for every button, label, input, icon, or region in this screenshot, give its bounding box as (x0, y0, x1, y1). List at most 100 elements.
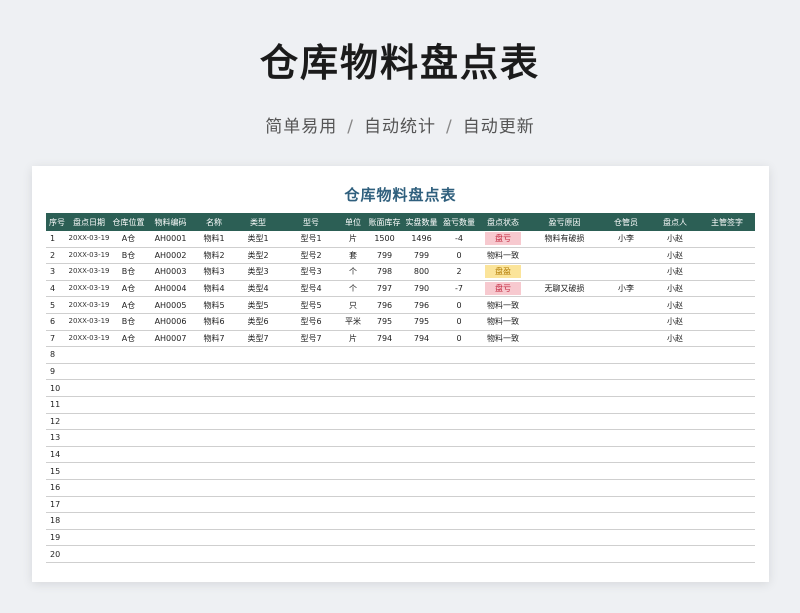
cell-keeper[interactable] (601, 429, 651, 447)
cell-location[interactable]: B仓 (110, 247, 147, 265)
cell-status[interactable]: 盘亏 (478, 280, 528, 298)
table-row[interactable]: 19 (46, 529, 755, 547)
cell-unit[interactable]: 片 (340, 231, 366, 248)
cell-keeper[interactable] (601, 479, 651, 497)
cell-keeper[interactable] (601, 545, 651, 563)
table-row[interactable]: 15 (46, 462, 755, 480)
cell-reason[interactable]: 无聊又破损 (528, 280, 601, 298)
cell-name[interactable]: 物料7 (194, 330, 234, 348)
cell-keeper[interactable] (601, 512, 651, 530)
cell-model[interactable] (282, 429, 340, 447)
cell-name[interactable]: 物料3 (194, 263, 234, 281)
cell-supervisor[interactable] (699, 313, 755, 331)
cell-name[interactable] (194, 363, 234, 381)
table-row[interactable]: 16 (46, 479, 755, 497)
cell-unit[interactable]: 个 (340, 280, 366, 298)
cell-type[interactable]: 类型5 (234, 296, 282, 314)
cell-supervisor[interactable] (699, 429, 755, 447)
cell-reason[interactable] (528, 346, 601, 364)
cell-date[interactable]: 20XX-03-19 (68, 280, 110, 298)
cell-code[interactable]: AH0005 (147, 296, 194, 314)
cell-type[interactable]: 类型4 (234, 280, 282, 298)
cell-date[interactable] (68, 529, 110, 547)
cell-code[interactable]: AH0004 (147, 280, 194, 298)
cell-date[interactable] (68, 396, 110, 414)
cell-type[interactable] (234, 512, 282, 530)
cell-reason[interactable] (528, 512, 601, 530)
cell-diff[interactable] (440, 429, 478, 447)
cell-reason[interactable] (528, 363, 601, 381)
cell-status[interactable] (478, 396, 528, 414)
cell-checker[interactable] (651, 379, 699, 397)
cell-checker[interactable] (651, 462, 699, 480)
cell-actual[interactable]: 795 (403, 313, 440, 331)
cell-actual[interactable] (403, 446, 440, 464)
cell-actual[interactable] (403, 462, 440, 480)
cell-date[interactable] (68, 512, 110, 530)
cell-book[interactable] (366, 545, 403, 563)
cell-checker[interactable] (651, 496, 699, 514)
cell-status[interactable]: 物料一致 (478, 296, 528, 314)
cell-supervisor[interactable] (699, 479, 755, 497)
cell-location[interactable] (110, 379, 147, 397)
cell-reason[interactable] (528, 247, 601, 265)
cell-unit[interactable] (340, 363, 366, 381)
cell-unit[interactable]: 平米 (340, 313, 366, 331)
cell-book[interactable] (366, 346, 403, 364)
cell-status[interactable] (478, 529, 528, 547)
table-row[interactable]: 17 (46, 496, 755, 514)
cell-checker[interactable]: 小赵 (651, 330, 699, 348)
cell-type[interactable]: 类型1 (234, 231, 282, 248)
cell-status[interactable] (478, 496, 528, 514)
cell-supervisor[interactable] (699, 363, 755, 381)
cell-status[interactable] (478, 512, 528, 530)
cell-book[interactable]: 799 (366, 247, 403, 265)
table-row[interactable]: 18 (46, 512, 755, 530)
cell-supervisor[interactable] (699, 512, 755, 530)
cell-reason[interactable] (528, 313, 601, 331)
cell-checker[interactable]: 小赵 (651, 313, 699, 331)
cell-date[interactable] (68, 545, 110, 563)
cell-actual[interactable] (403, 413, 440, 431)
cell-location[interactable] (110, 479, 147, 497)
cell-keeper[interactable] (601, 346, 651, 364)
cell-name[interactable] (194, 512, 234, 530)
cell-code[interactable]: AH0002 (147, 247, 194, 265)
cell-unit[interactable] (340, 346, 366, 364)
cell-reason[interactable] (528, 330, 601, 348)
cell-actual[interactable]: 1496 (403, 231, 440, 248)
cell-supervisor[interactable] (699, 462, 755, 480)
cell-code[interactable] (147, 462, 194, 480)
cell-location[interactable]: B仓 (110, 313, 147, 331)
cell-book[interactable]: 794 (366, 330, 403, 348)
cell-location[interactable] (110, 413, 147, 431)
cell-diff[interactable] (440, 346, 478, 364)
cell-name[interactable] (194, 396, 234, 414)
cell-keeper[interactable] (601, 363, 651, 381)
cell-checker[interactable]: 小赵 (651, 263, 699, 281)
cell-no[interactable]: 18 (46, 512, 68, 530)
cell-supervisor[interactable] (699, 263, 755, 281)
cell-type[interactable] (234, 446, 282, 464)
cell-name[interactable] (194, 529, 234, 547)
table-row[interactable]: 5 20XX-03-19 A仓 AH0005 物料5 类型5 型号5 只 796 796 0 物料一致… (46, 296, 755, 314)
cell-unit[interactable]: 套 (340, 247, 366, 265)
cell-supervisor[interactable] (699, 379, 755, 397)
cell-diff[interactable] (440, 446, 478, 464)
cell-code[interactable] (147, 512, 194, 530)
cell-keeper[interactable] (601, 529, 651, 547)
cell-type[interactable] (234, 545, 282, 563)
cell-checker[interactable] (651, 363, 699, 381)
cell-location[interactable]: A仓 (110, 296, 147, 314)
cell-location[interactable] (110, 396, 147, 414)
cell-type[interactable] (234, 413, 282, 431)
cell-actual[interactable] (403, 363, 440, 381)
cell-status[interactable] (478, 413, 528, 431)
cell-type[interactable] (234, 346, 282, 364)
cell-name[interactable]: 物料5 (194, 296, 234, 314)
table-row[interactable]: 20 (46, 545, 755, 563)
cell-actual[interactable]: 796 (403, 296, 440, 314)
cell-model[interactable] (282, 363, 340, 381)
cell-date[interactable] (68, 446, 110, 464)
cell-keeper[interactable] (601, 462, 651, 480)
